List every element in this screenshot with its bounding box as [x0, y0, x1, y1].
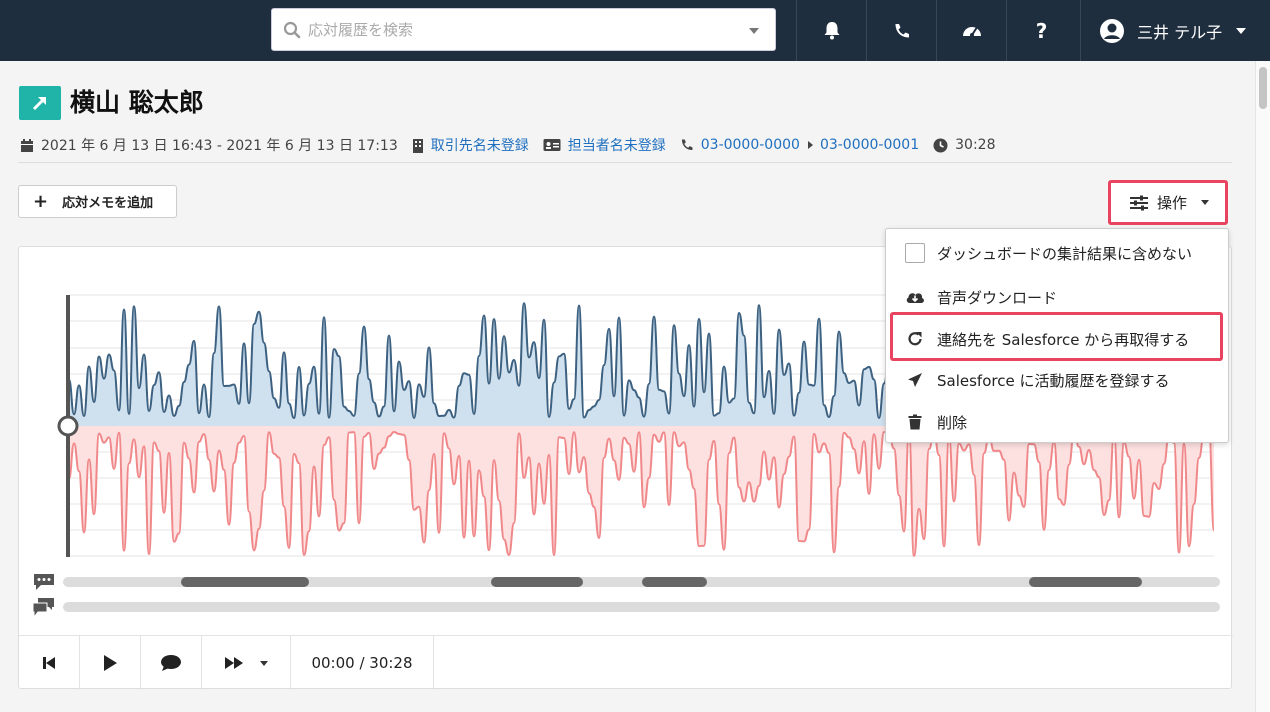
external-link-icon[interactable] — [19, 86, 61, 120]
chevron-down-icon — [1201, 200, 1210, 205]
dashboard-gauge-icon — [962, 26, 981, 37]
paper-plane-icon — [908, 373, 922, 387]
divider — [18, 162, 1232, 163]
menu-label: 削除 — [937, 413, 968, 432]
operations-button[interactable]: 操作 — [1108, 180, 1228, 225]
memo-segment[interactable] — [642, 577, 707, 587]
question-icon: ? — [1035, 18, 1048, 43]
menu-label: Salesforce に活動履歴を登録する — [937, 371, 1170, 390]
page-title: 横山 聡太郎 — [70, 88, 204, 117]
caret-right-icon — [807, 141, 813, 149]
user-menu[interactable]: 三井 テル子 — [1080, 0, 1270, 61]
add-memo-button[interactable]: + 応対メモを追加 — [18, 185, 177, 218]
page-scrollbar[interactable] — [1255, 61, 1270, 712]
search-box[interactable] — [271, 8, 776, 51]
menu-register-salesforce[interactable]: Salesforce に活動履歴を登録する — [886, 360, 1228, 400]
contact-link[interactable]: 担当者名未登録 — [568, 135, 666, 155]
phone-icon — [895, 23, 909, 37]
comment-icon — [161, 655, 181, 671]
menu-exclude-dashboard[interactable]: ダッシュボードの集計結果に含めない — [886, 233, 1228, 273]
clock-icon — [933, 138, 948, 152]
search-icon — [283, 21, 301, 39]
add-comment-button[interactable] — [141, 636, 202, 690]
menu-label: ダッシュボードの集計結果に含めない — [937, 244, 1193, 263]
play-icon — [104, 655, 117, 671]
from-phone-link[interactable]: 03-0000-0000 — [701, 137, 800, 153]
chevron-down-icon — [260, 660, 268, 666]
skip-back-button[interactable] — [19, 636, 80, 690]
dashboard-button[interactable] — [936, 0, 1006, 61]
chevron-down-icon — [1236, 27, 1247, 34]
highlight-annotation — [890, 312, 1223, 361]
company-link[interactable]: 取引先名未登録 — [431, 135, 529, 155]
scrollbar-thumb[interactable] — [1259, 67, 1267, 109]
user-avatar-icon — [1100, 18, 1124, 43]
chevron-down-icon[interactable] — [749, 28, 759, 34]
sliders-icon — [1130, 195, 1148, 210]
trash-icon — [908, 414, 922, 430]
memo-segment[interactable] — [181, 577, 309, 587]
playback-time: 00:00 / 30:28 — [291, 636, 434, 690]
playback-speed-button[interactable] — [202, 636, 291, 690]
menu-download-audio[interactable]: 音声ダウンロード — [886, 277, 1228, 317]
add-memo-label: 応対メモを追加 — [62, 196, 154, 211]
player-controls: 00:00 / 30:28 — [19, 635, 1233, 690]
user-name: 三井 テル子 — [1137, 22, 1223, 42]
search-input[interactable] — [308, 17, 728, 43]
comment-dots-icon — [34, 574, 54, 590]
phone-button[interactable] — [866, 0, 936, 61]
to-phone-link[interactable]: 03-0000-0001 — [820, 137, 919, 153]
plus-icon: + — [33, 191, 49, 212]
contact-card-icon — [543, 139, 561, 151]
phone-icon — [681, 139, 693, 151]
menu-delete[interactable]: 削除 — [886, 402, 1228, 442]
playhead-handle[interactable] — [57, 415, 79, 437]
comment-track[interactable] — [63, 602, 1220, 612]
notifications-button[interactable] — [796, 0, 866, 61]
comments-icon — [32, 598, 54, 619]
call-duration: 30:28 — [955, 137, 996, 153]
memo-track[interactable] — [63, 577, 1220, 587]
skip-back-icon — [43, 657, 55, 669]
top-navbar: ? 三井 テル子 — [0, 0, 1270, 61]
menu-label: 音声ダウンロード — [937, 288, 1058, 307]
call-datetime: 2021 年 6 月 13 日 16:43 - 2021 年 6 月 13 日 … — [41, 138, 398, 154]
memo-segment[interactable] — [1029, 577, 1142, 587]
record-meta: 2021 年 6 月 13 日 16:43 - 2021 年 6 月 13 日 … — [20, 134, 995, 156]
calendar-icon — [21, 138, 33, 152]
play-button[interactable] — [80, 636, 141, 690]
memo-segment[interactable] — [491, 577, 583, 587]
checkbox[interactable] — [905, 243, 925, 263]
help-button[interactable]: ? — [1006, 0, 1076, 61]
building-icon — [412, 138, 423, 153]
bell-icon — [824, 22, 839, 40]
fast-forward-icon — [225, 657, 243, 669]
operations-label: 操作 — [1157, 194, 1188, 212]
cloud-download-icon — [906, 293, 924, 303]
